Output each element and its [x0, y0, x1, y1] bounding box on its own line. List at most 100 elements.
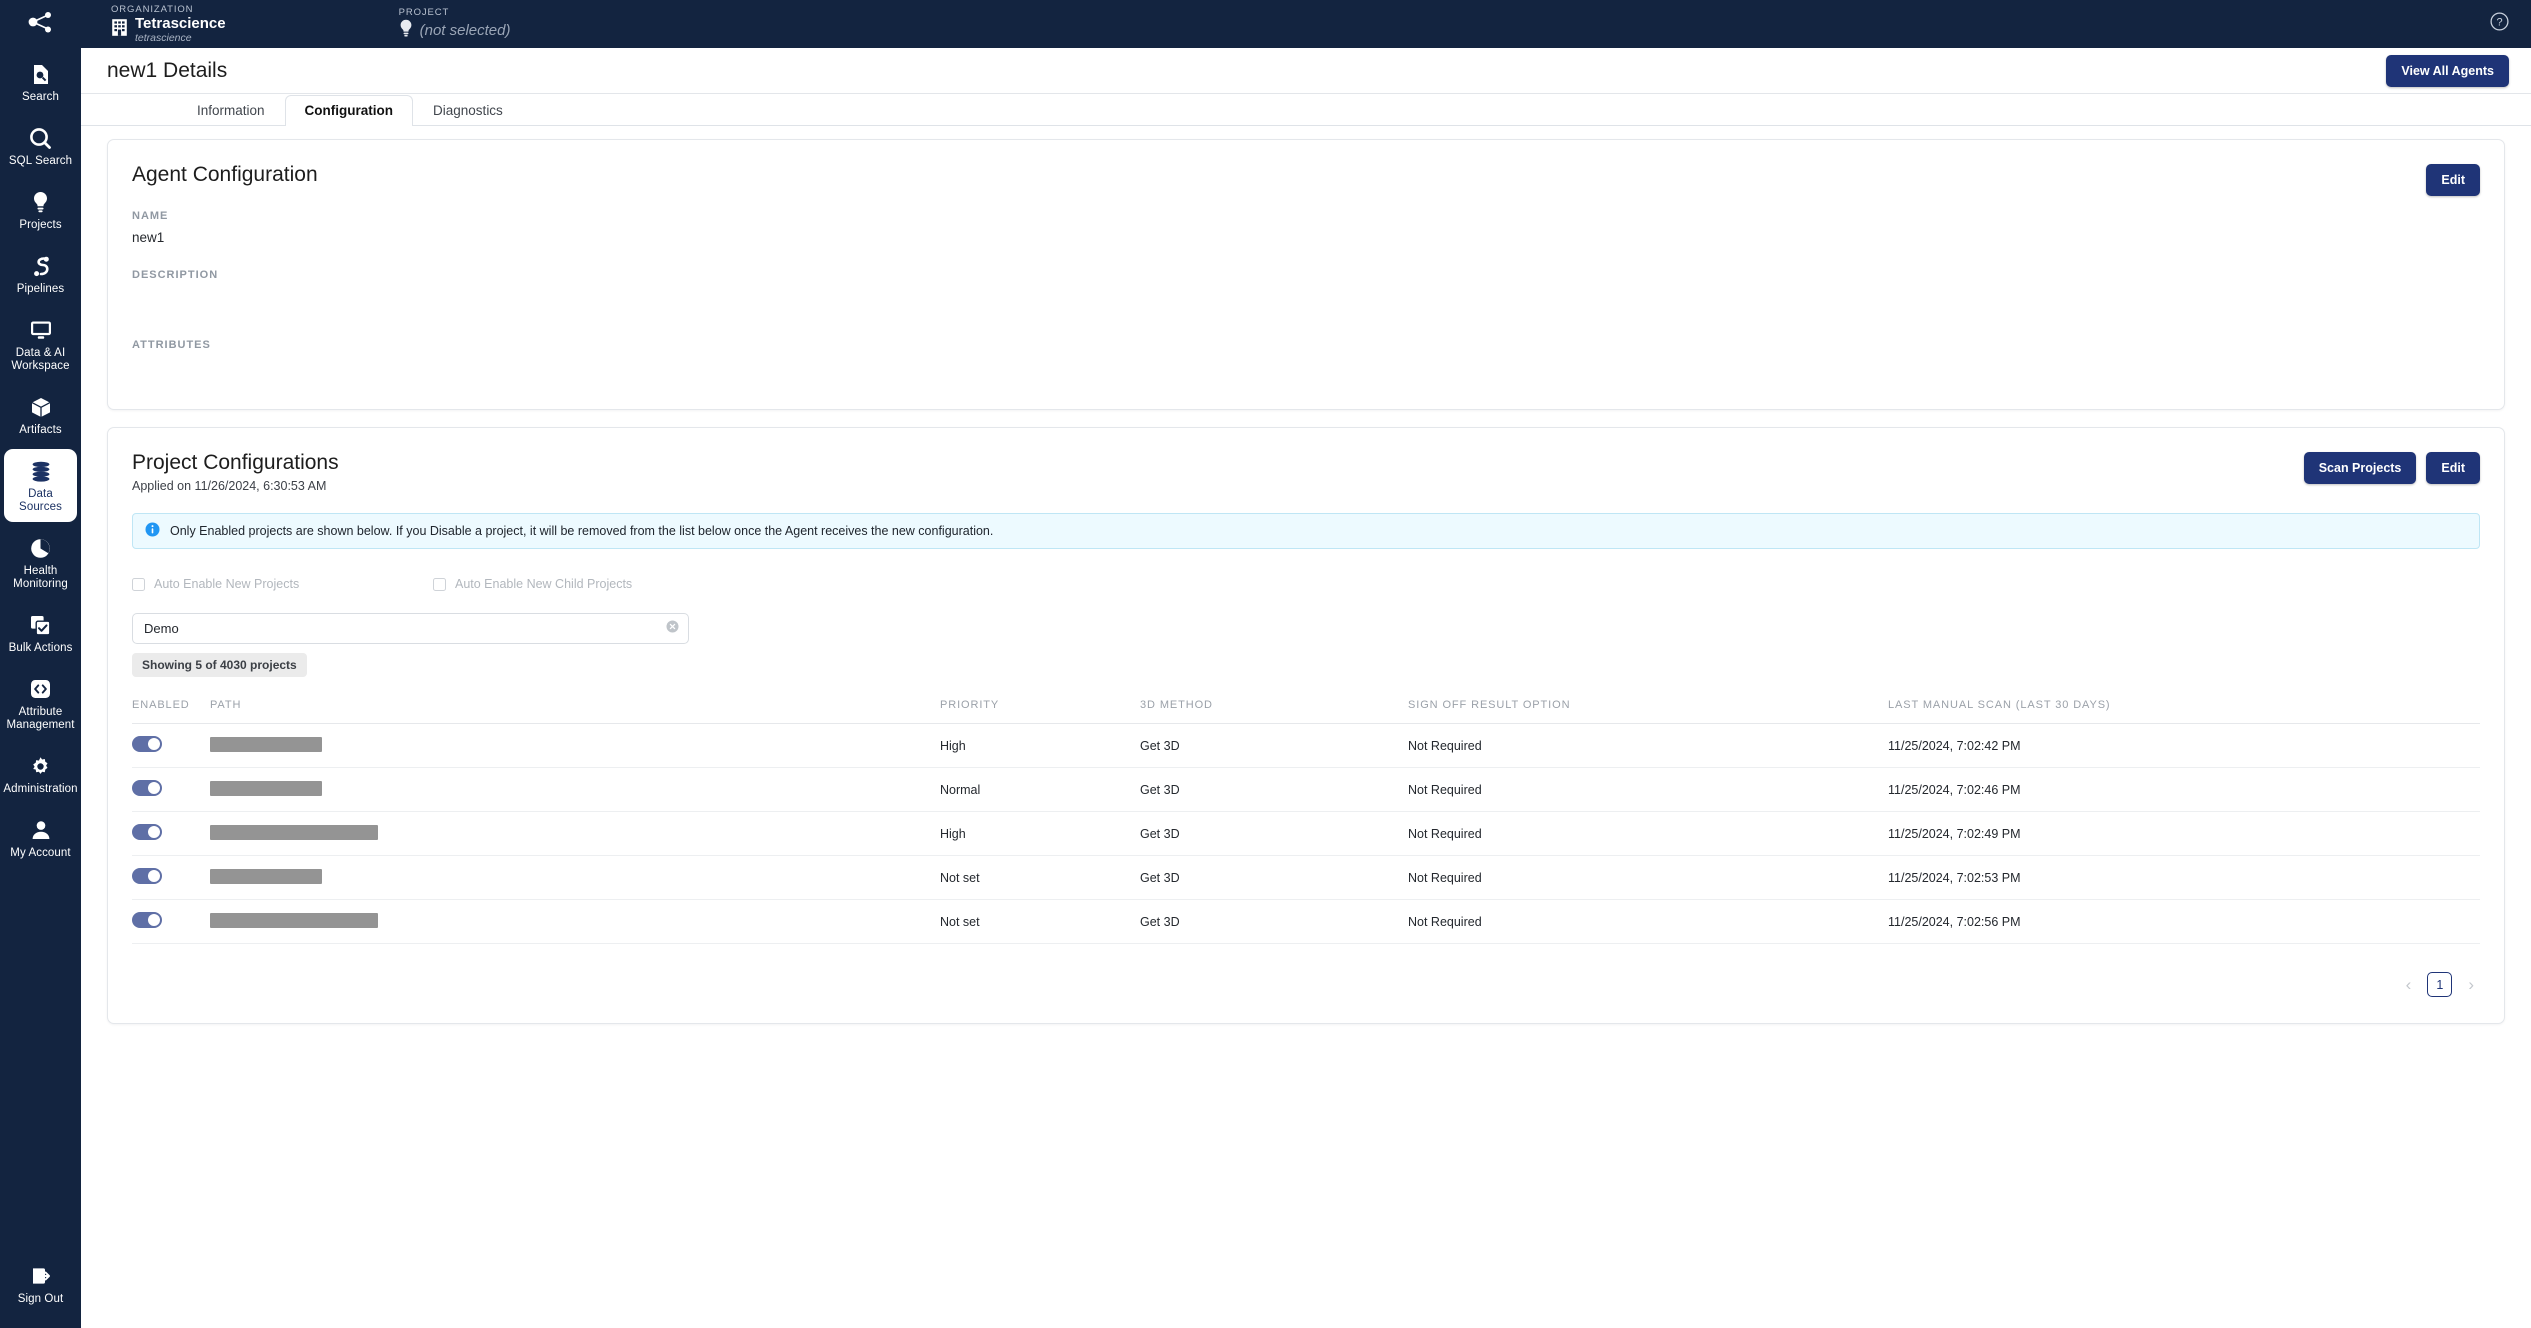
field-value — [132, 359, 2480, 387]
toggle-knob — [147, 825, 160, 839]
cell-last-scan: 11/25/2024, 7:02:46 PM — [1888, 767, 2480, 812]
app-logo[interactable] — [0, 0, 81, 48]
toggle-knob — [147, 781, 160, 795]
sidebar-item-administration[interactable]: Administration — [3, 744, 78, 804]
cell-priority: Normal — [940, 767, 1140, 812]
tab-information[interactable]: Information — [177, 95, 285, 126]
table-row: Not set Get 3D Not Required 11/25/2024, … — [132, 855, 2480, 900]
cell-sign-off: Not Required — [1408, 767, 1888, 812]
field-label: ATTRIBUTES — [132, 339, 211, 351]
checked-copies-icon — [30, 612, 51, 638]
cell-path — [210, 767, 940, 812]
pagination: ‹ 1 › — [132, 972, 2480, 997]
top-bar: ORGANIZATION Tetrascience tetrascience P… — [81, 0, 2531, 48]
file-search-icon — [31, 61, 51, 87]
table-row: High Get 3D Not Required 11/25/2024, 7:0… — [132, 811, 2480, 856]
cut-off-segment — [211, 1319, 214, 1328]
auto-enable-new-child-projects-checkbox[interactable]: Auto Enable New Child Projects — [433, 577, 632, 591]
column-header-sign-off-result-option: SIGN OFF RESULT OPTION — [1408, 699, 1888, 724]
enabled-toggle[interactable] — [132, 868, 162, 884]
cell-3d-method: Get 3D — [1140, 899, 1408, 944]
field-attributes: ATTRIBUTES — [132, 339, 2480, 387]
enabled-toggle[interactable] — [132, 736, 162, 752]
cell-path — [210, 811, 940, 856]
field-name: NAME new1 — [132, 210, 2480, 247]
main-region: ORGANIZATION Tetrascience tetrascience P… — [81, 0, 2531, 1328]
sidebar-item-sign-out[interactable]: Sign Out — [4, 1254, 77, 1314]
sidebar-item-data-ai-workspace[interactable]: Data & AI Workspace — [4, 308, 77, 381]
page-number-1[interactable]: 1 — [2427, 972, 2453, 997]
sidebar-item-my-account[interactable]: My Account — [4, 808, 77, 868]
sidebar-item-pipelines[interactable]: Pipelines — [4, 244, 77, 304]
column-header-path: PATH — [210, 699, 940, 724]
projects-table: ENABLED PATH PRIORITY 3D METHOD SIGN OFF… — [132, 699, 2480, 944]
toggle-knob — [147, 913, 160, 927]
chevron-left-icon[interactable]: ‹ — [2406, 976, 2412, 993]
sidebar-item-label: Health Monitoring — [13, 565, 68, 590]
checkbox-box — [132, 577, 145, 591]
chevron-right-icon[interactable]: › — [2468, 976, 2474, 993]
column-header-last-manual-scan: LAST MANUAL SCAN (LAST 30 DAYS) — [1888, 699, 2480, 724]
organization-kicker: ORGANIZATION — [111, 4, 194, 15]
enabled-toggle[interactable] — [132, 824, 162, 840]
project-configurations-card: Project Configurations Applied on 11/26/… — [107, 427, 2505, 1024]
sidebar-item-projects[interactable]: Projects — [4, 180, 77, 240]
sidebar-item-attribute-management[interactable]: Attribute Management — [4, 667, 77, 740]
page-header: new1 Details View All Agents — [81, 48, 2531, 94]
organization-name: Tetrascience — [135, 15, 226, 32]
table-header-row: ENABLED PATH PRIORITY 3D METHOD SIGN OFF… — [132, 699, 2480, 724]
enabled-toggle[interactable] — [132, 912, 162, 928]
sidebar-item-label: Administration — [3, 783, 78, 795]
bulb-icon — [399, 19, 413, 42]
sidebar-item-label: My Account — [10, 847, 71, 859]
sidebar-item-label: Sign Out — [17, 1293, 64, 1305]
tab-configuration[interactable]: Configuration — [284, 95, 414, 126]
view-all-agents-button[interactable]: View All Agents — [2386, 54, 2509, 87]
organization-selector[interactable]: ORGANIZATION Tetrascience tetrascience — [111, 4, 226, 44]
projects-table-head: ENABLED PATH PRIORITY 3D METHOD SIGN OFF… — [132, 699, 2480, 724]
toggle-knob — [147, 737, 160, 751]
pie-chart-icon — [30, 535, 51, 561]
agent-edit-button[interactable]: Edit — [2426, 164, 2480, 196]
clear-circle-icon[interactable] — [666, 620, 679, 638]
agent-configuration-card: Agent Configuration Edit NAME new1 DESCR… — [107, 139, 2505, 410]
sidebar-item-bulk-actions[interactable]: Bulk Actions — [4, 603, 77, 663]
cell-enabled — [132, 723, 210, 768]
cell-3d-method: Get 3D — [1140, 811, 1408, 856]
enabled-toggle[interactable] — [132, 780, 162, 796]
redacted-path — [210, 868, 322, 884]
help-circle-icon[interactable]: ? — [2490, 12, 2509, 36]
field-label: NAME — [132, 210, 169, 222]
sidebar-item-data-sources[interactable]: Data Sources — [4, 449, 77, 522]
cell-sign-off: Not Required — [1408, 899, 1888, 944]
checkbox-label: Auto Enable New Child Projects — [455, 577, 633, 591]
cell-last-scan: 11/25/2024, 7:02:56 PM — [1888, 899, 2480, 944]
page-title: new1 Details — [107, 58, 228, 82]
project-search-wrapper — [132, 613, 689, 644]
project-search-input[interactable] — [132, 613, 689, 644]
column-header-3d-method: 3D METHOD — [1140, 699, 1408, 724]
showing-count-pill: Showing 5 of 4030 projects — [132, 653, 307, 677]
bulb-icon — [32, 189, 49, 215]
sidebar-item-label: Bulk Actions — [8, 642, 73, 654]
organization-slug: tetrascience — [135, 32, 192, 44]
cell-enabled — [132, 855, 210, 900]
info-banner: Only Enabled projects are shown below. I… — [132, 513, 2480, 549]
tetrascience-logo-icon — [27, 11, 55, 38]
scan-projects-button[interactable]: Scan Projects — [2303, 452, 2417, 484]
sidebar-item-search[interactable]: Search — [4, 52, 77, 112]
project-selector[interactable]: PROJECT (not selected) — [399, 7, 511, 42]
auto-enable-new-projects-checkbox[interactable]: Auto Enable New Projects — [132, 577, 433, 591]
sidebar-item-label: Search — [21, 91, 60, 103]
project-value: (not selected) — [419, 21, 511, 39]
tab-diagnostics[interactable]: Diagnostics — [413, 95, 523, 126]
project-config-edit-button[interactable]: Edit — [2426, 452, 2480, 484]
database-icon — [31, 458, 51, 484]
sidebar-item-artifacts[interactable]: Artifacts — [4, 385, 77, 445]
sidebar-item-health-monitoring[interactable]: Health Monitoring — [4, 526, 77, 599]
sidebar-item-sql-search[interactable]: SQL Search — [4, 116, 77, 176]
redacted-path — [210, 736, 322, 752]
redacted-path — [210, 912, 378, 928]
cell-enabled — [132, 899, 210, 944]
pipeline-icon — [31, 253, 51, 279]
